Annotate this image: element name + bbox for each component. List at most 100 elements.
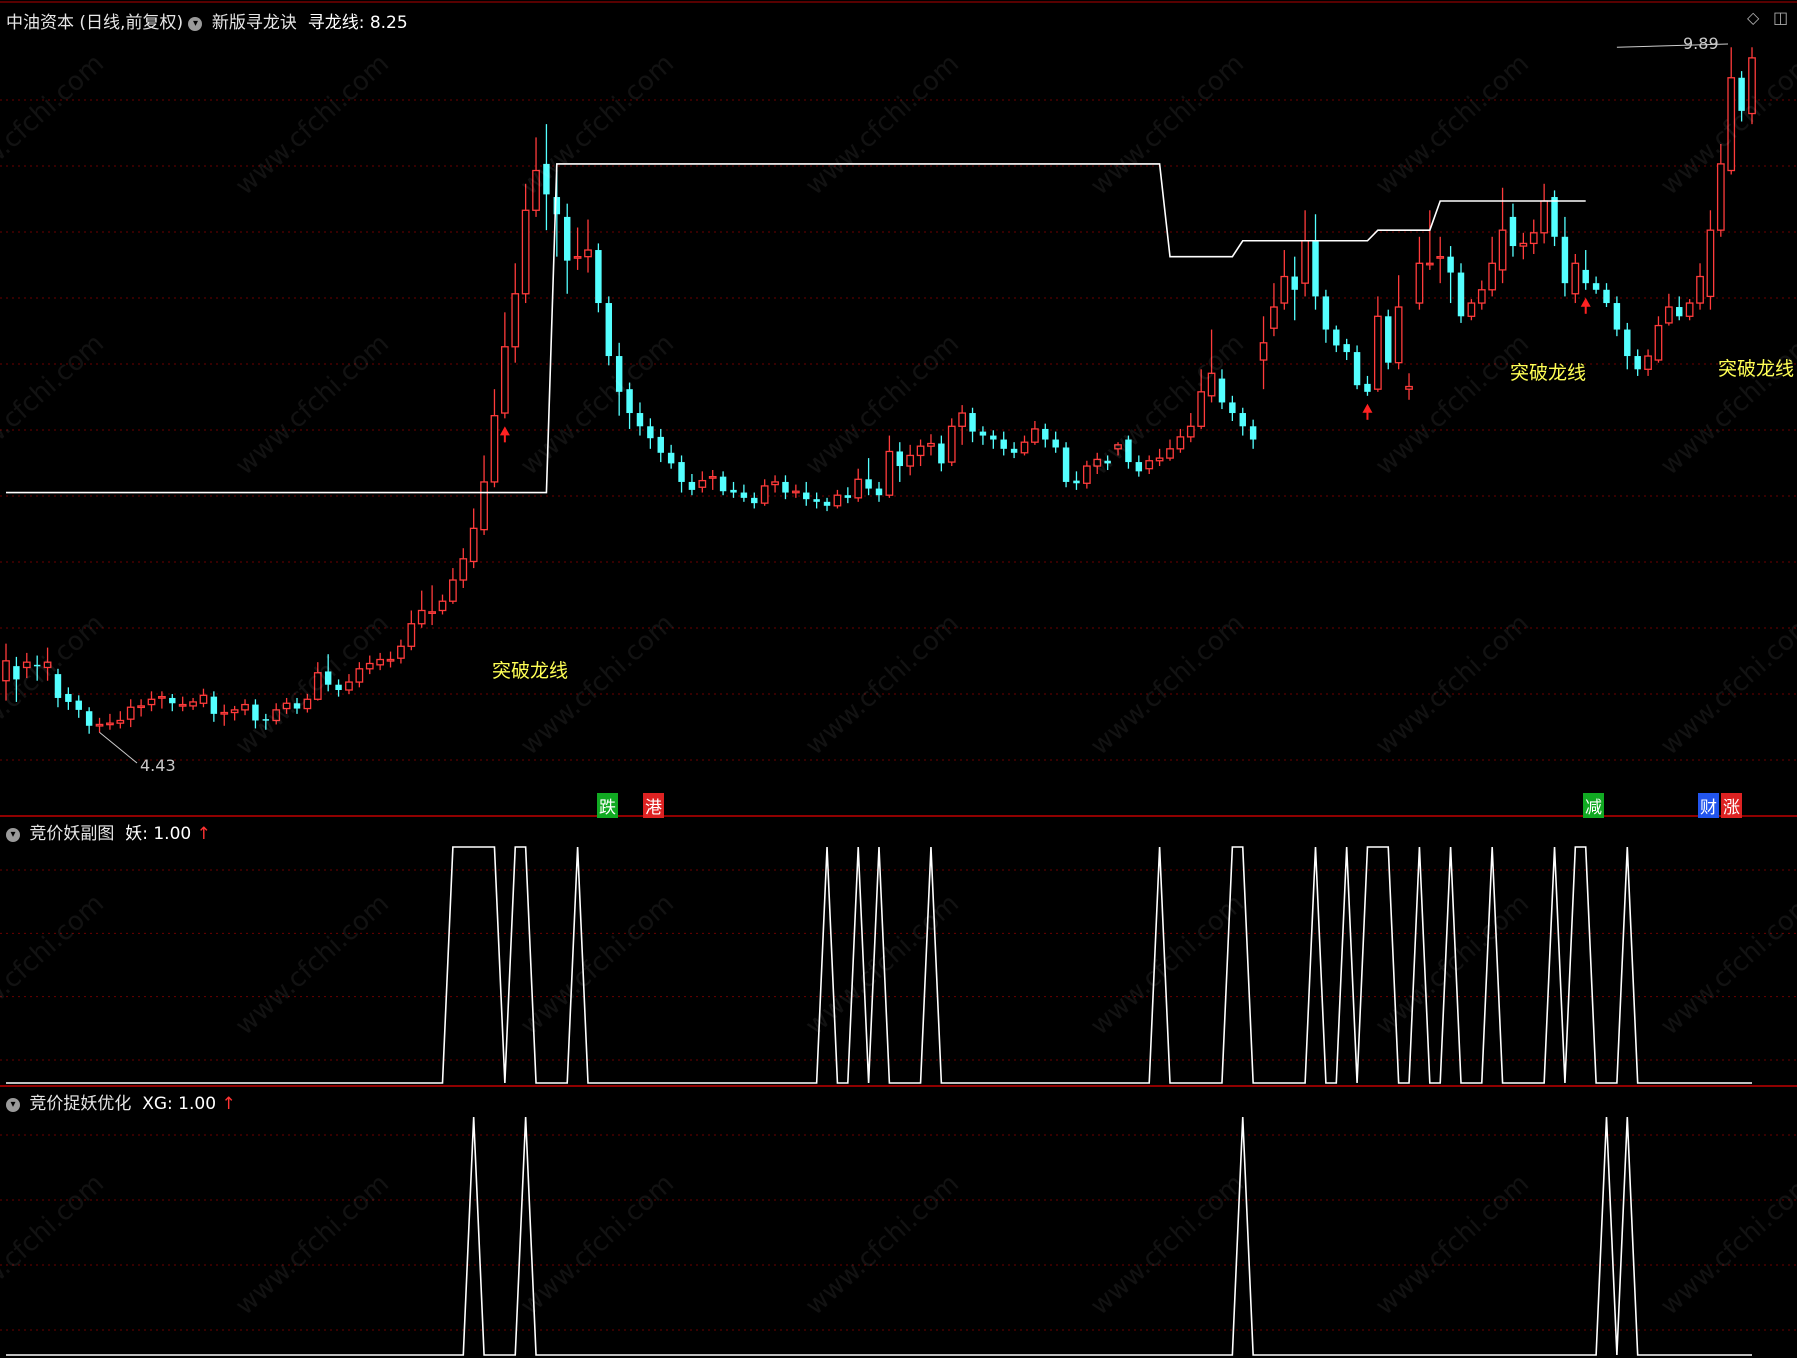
candle-body: [833, 494, 842, 507]
candle-body: [979, 431, 987, 436]
indicator-name: 新版寻龙诀: [211, 13, 297, 33]
candle-body: [1239, 413, 1246, 427]
candle-body: [1592, 283, 1600, 290]
candle-body: [1104, 460, 1111, 464]
candle-body: [1488, 262, 1497, 291]
candle-body: [1613, 303, 1621, 330]
sub-panel-2-dropdown-icon[interactable]: ▾: [6, 1098, 20, 1112]
candle-body: [365, 662, 374, 670]
candle-body: [1353, 352, 1361, 386]
up-arrow-icon: ↑: [221, 1094, 236, 1114]
sub-panel-2-series: XG: [142, 1094, 168, 1114]
candle-body: [147, 698, 156, 706]
candle-body: [1093, 458, 1102, 467]
candle-body: [376, 658, 385, 666]
event-tag-cai[interactable]: 财: [1698, 793, 1719, 818]
candle-body: [459, 558, 468, 581]
candle-body: [823, 501, 831, 506]
diamond-icon[interactable]: ◇: [1747, 8, 1759, 27]
breakout-signal-2: 突破龙线: [1510, 362, 1587, 384]
candle-body: [751, 497, 758, 504]
candle-body: [324, 671, 332, 685]
candle-body: [1664, 306, 1673, 324]
candle-body: [1425, 262, 1434, 266]
sub-panel-2-header: ▾ 竞价捉妖优化 XG: 1.00 ↑: [6, 1089, 236, 1114]
candle-body: [1385, 316, 1392, 363]
candle-body: [947, 425, 956, 463]
candle-body: [803, 492, 810, 500]
candle-body: [1405, 385, 1413, 390]
window-toggle-icon[interactable]: ◫: [1773, 8, 1788, 27]
candle-body: [1624, 329, 1631, 357]
event-tag-die[interactable]: 跌: [597, 793, 618, 818]
candle-body: [449, 579, 457, 602]
candle-body: [13, 666, 20, 680]
sub-panel-2-value: : 1.00: [167, 1094, 217, 1114]
candle-body: [906, 454, 915, 467]
candle-body: [282, 702, 291, 710]
event-tag-jian[interactable]: 减: [1583, 793, 1604, 818]
candle-body: [1186, 425, 1195, 438]
candle-body: [1031, 428, 1039, 443]
event-tag-gang[interactable]: 港: [643, 793, 664, 818]
candle-body: [1477, 289, 1486, 304]
candle-body: [355, 668, 364, 683]
candle-body: [1748, 57, 1756, 115]
event-tag-zhang[interactable]: 涨: [1721, 793, 1742, 818]
candle-body: [1259, 342, 1268, 361]
candle-body: [969, 413, 976, 432]
candle-body: [428, 611, 436, 614]
sub-panel-1-dropdown-icon[interactable]: ▾: [6, 828, 20, 842]
indicator-dropdown-icon[interactable]: ▾: [188, 17, 203, 31]
candle-body: [543, 163, 550, 195]
candle-body: [75, 700, 82, 710]
candle-body: [916, 445, 925, 457]
candle-body: [1706, 229, 1715, 298]
candle-body: [1676, 307, 1683, 317]
candle-body: [303, 698, 312, 710]
candle-body: [730, 489, 737, 493]
candle-body: [1509, 216, 1517, 247]
candle-body: [1696, 275, 1704, 304]
sub-panel-1-header: ▾ 竞价妖副图 妖: 1.00 ↑: [6, 819, 211, 844]
candle-body: [1436, 256, 1445, 259]
candle-body: [1333, 329, 1340, 346]
candle-body: [407, 623, 416, 647]
dragon-line: [6, 163, 1586, 494]
candle-body: [511, 293, 520, 348]
dragon-line-label: 寻龙线: [307, 13, 359, 33]
candle-body: [137, 705, 145, 709]
candle-body: [1155, 457, 1164, 462]
candle-body: [1062, 447, 1070, 482]
candle-body: [438, 600, 447, 612]
yao-series-line: [6, 846, 1752, 1084]
candle-body: [1529, 232, 1538, 245]
sub-panel-2-name: 竞价捉妖优化: [29, 1094, 132, 1114]
candle-body: [106, 722, 114, 726]
candle-body: [740, 492, 748, 498]
candle-body: [210, 696, 218, 714]
candle-body: [1582, 269, 1589, 284]
candle-body: [1634, 356, 1641, 370]
candle-body: [1322, 296, 1330, 330]
candle-body: [1249, 426, 1257, 440]
candle-body: [615, 356, 623, 392]
candle-body: [1498, 229, 1507, 271]
candle-body: [54, 674, 62, 698]
candle-body: [43, 661, 52, 669]
candle-body: [1561, 236, 1569, 284]
candle-body: [189, 701, 197, 707]
breakout-signal-3: 突破龙线: [1718, 358, 1795, 380]
candle-body: [1052, 439, 1059, 448]
dragon-line-value: : 8.25: [358, 13, 408, 33]
candle-body: [85, 711, 93, 726]
candle-body: [657, 436, 664, 453]
sub-panel-1-value: : 1.00: [142, 824, 192, 844]
candle-body: [1082, 465, 1091, 484]
candle-body: [875, 488, 883, 496]
candle-body: [1467, 302, 1476, 317]
candle-body: [469, 527, 478, 563]
high-price-label: 9.89: [1683, 34, 1719, 53]
candle-body: [1301, 240, 1309, 284]
candle-body: [262, 719, 270, 721]
